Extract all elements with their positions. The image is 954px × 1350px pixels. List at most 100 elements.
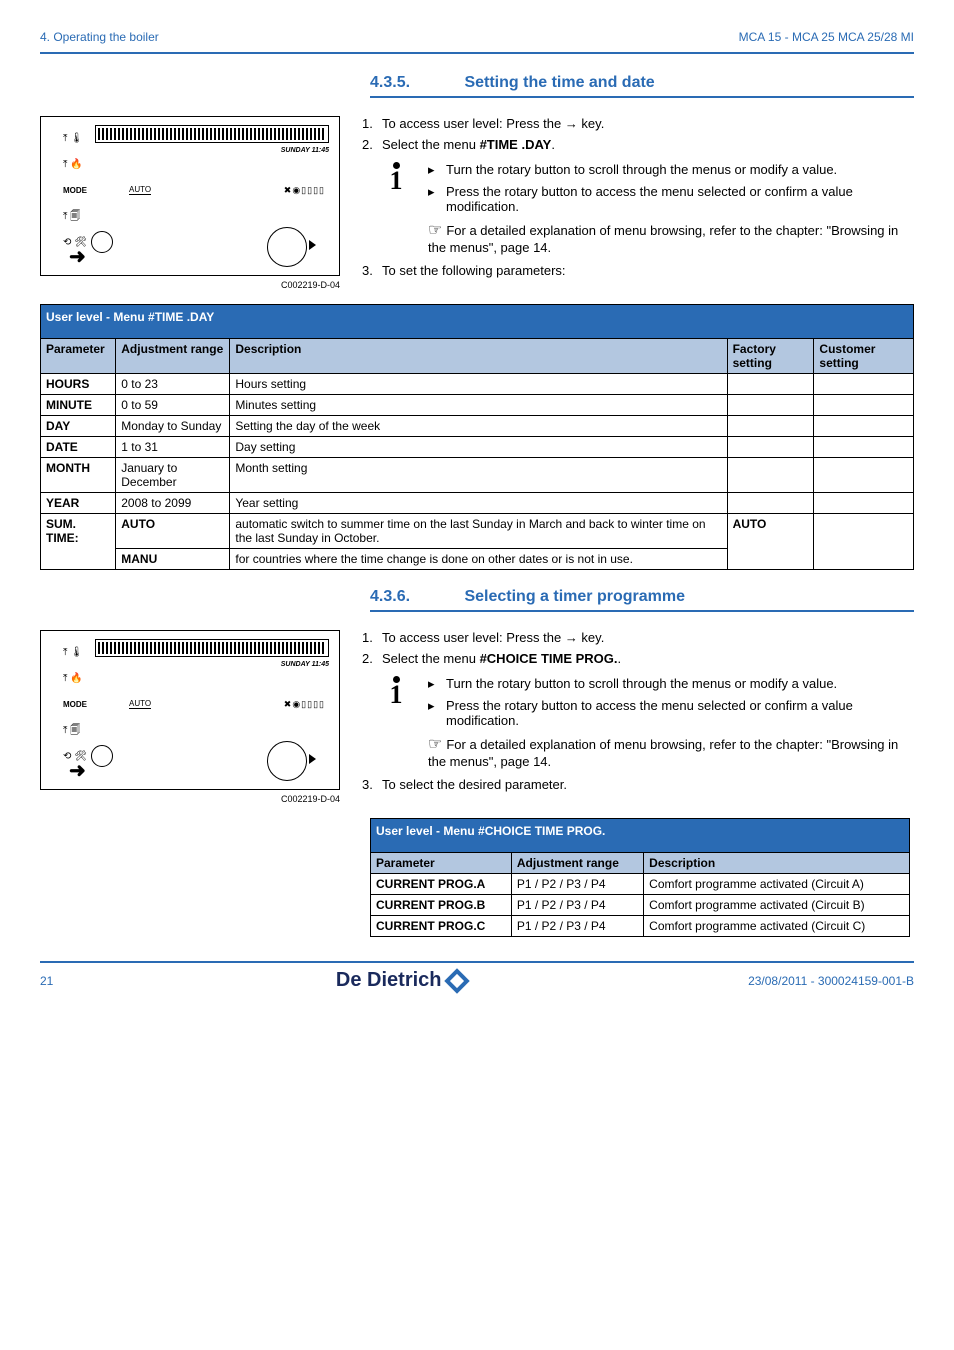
sum-auto-desc: automatic switch to summer time on the l… [230,514,727,549]
info-bullet-1-text: Turn the rotary button to scroll through… [446,162,837,178]
sum-time-label: SUM. TIME: [46,517,79,545]
cell-param: MINUTE [41,395,116,416]
info-bullet-1: ▸ Turn the rotary button to scroll throu… [428,162,914,178]
info-icon: 1 [382,162,410,192]
lcd-icons: ✖◉▯▯▯▯ [284,699,325,710]
cell-desc: Setting the day of the week [230,416,727,437]
page-footer: 21 De Dietrich 23/08/2011 - 300024159-00… [40,961,914,992]
cell-range: 1 to 31 [116,437,230,458]
step2-suffix: . [551,137,555,152]
figure-caption-1: C002219-D-04 [40,280,340,290]
cell-customer [814,416,914,437]
cell-range: P1 / P2 / P3 / P4 [511,895,643,916]
section-number: 4.3.5. [370,74,460,92]
info-ref-text: For a detailed explanation of menu brows… [428,737,898,769]
th-range: Adjustment range [511,853,643,874]
hand-pointer-icon: ☞ [428,734,442,754]
cell-param: YEAR [41,493,116,514]
flame-icon: ⤒ 🔥 [63,669,87,689]
table-time-day: User level - Menu #TIME .DAY Parameter A… [40,304,914,570]
triangle-bullet-icon: ▸ [428,676,446,692]
header-left: 4. Operating the boiler [40,30,159,44]
temp-icon: ⤒ 🌡 [63,643,87,663]
list-number: 1. [362,630,382,645]
table-row: CURRENT PROG.BP1 / P2 / P3 / P4Comfort p… [371,895,910,916]
panel-illustration: ⤒ 🌡 ⤒ 🔥 MODE ⤒ 🗐 ⟲ 🛠 SUNDAY 11:45 AUTO ✖… [40,630,340,790]
table-row: CURRENT PROG.AP1 / P2 / P3 / P4Comfort p… [371,874,910,895]
section-heading-435: 4.3.5. Setting the time and date [370,74,914,92]
table-row: DAYMonday to SundaySetting the day of th… [41,416,914,437]
triangle-bullet-icon: ▸ [428,698,446,728]
cell-range: P1 / P2 / P3 / P4 [511,916,643,937]
right-arrow-icon: → [565,630,578,645]
section-underline [370,610,914,612]
hand-pointer-icon: ☞ [428,220,442,240]
th-customer: Customer setting [814,339,914,374]
info-bullet-2-text: Press the rotary button to access the me… [446,184,914,214]
lcd-daytime: SUNDAY 11:45 [281,661,329,668]
cell-param: CURRENT PROG.A [371,874,512,895]
cell-range: P1 / P2 / P3 / P4 [511,874,643,895]
cell-desc: Comfort programme activated (Circuit B) [644,895,910,916]
step3-text: To set the following parameters: [382,263,566,278]
info-bullet-1-text: Turn the rotary button to scroll through… [446,676,837,692]
info-bullet-2: ▸ Press the rotary button to access the … [428,698,914,728]
small-dial [91,745,113,767]
info-bullet-2-text: Press the rotary button to access the me… [446,698,914,728]
cell-customer [814,374,914,395]
lcd-auto: AUTO [129,699,151,709]
side-icons: ⤒ 🌡 ⤒ 🔥 MODE ⤒ 🗐 ⟲ 🛠 [63,643,87,773]
step1-suffix: key. [578,116,605,131]
cell-desc: Comfort programme activated (Circuit C) [644,916,910,937]
step3-text: To select the desired parameter. [382,777,567,792]
lcd-auto: AUTO [129,185,151,195]
sum-auto-range: AUTO [121,517,155,531]
section-number: 4.3.6. [370,588,460,606]
table-row: CURRENT PROG.CP1 / P2 / P3 / P4Comfort p… [371,916,910,937]
cell-factory [727,395,814,416]
lcd-icons: ✖◉▯▯▯▯ [284,185,325,196]
sum-customer [814,514,914,570]
step2-prefix: Select the menu [382,137,480,152]
control-panel-figure-1: ⤒ 🌡 ⤒ 🔥 MODE ⤒ 🗐 ⟲ 🛠 SUNDAY 11:45 AUTO ✖… [40,116,340,290]
step-2: 2. Select the menu #CHOICE TIME PROG.. [362,651,914,666]
mode-label: MODE [63,181,87,201]
list-number: 2. [362,137,382,152]
step2-menu: #TIME .DAY [480,137,552,152]
table-row: MONTHJanuary to DecemberMonth setting [41,458,914,493]
small-dial [91,231,113,253]
table-row: YEAR2008 to 2099Year setting [41,493,914,514]
step-1: 1. To access user level: Press the → key… [362,630,914,645]
table-choice-time-prog: User level - Menu #CHOICE TIME PROG. Par… [370,818,910,937]
sum-auto-factory: AUTO [733,517,767,531]
cell-range: 0 to 23 [116,374,230,395]
step2-prefix: Select the menu [382,651,480,666]
info-block-2: 1 ▸ Turn the rotary button to scroll thr… [382,676,914,769]
flame-icon: ⤒ 🔥 [63,155,87,175]
section-underline [370,96,914,98]
list-number: 2. [362,651,382,666]
cell-range: 2008 to 2099 [116,493,230,514]
info-block-1: 1 ▸ Turn the rotary button to scroll thr… [382,162,914,255]
th-parameter: Parameter [41,339,116,374]
info-bullet-2: ▸ Press the rotary button to access the … [428,184,914,214]
table2-title: User level - Menu #CHOICE TIME PROG. [371,819,910,853]
section-heading-436: 4.3.6. Selecting a timer programme [370,588,914,606]
rotary-dial [267,741,307,781]
cell-param: MONTH [41,458,116,493]
cell-factory [727,458,814,493]
cell-range: Monday to Sunday [116,416,230,437]
th-description: Description [644,853,910,874]
section-title: Selecting a timer programme [464,588,685,605]
step-2: 2. Select the menu #TIME .DAY. [362,137,914,152]
triangle-bullet-icon: ▸ [428,162,446,178]
lcd-bar [95,125,329,143]
figure-caption-2: C002219-D-04 [40,794,340,804]
lcd-daytime: SUNDAY 11:45 [281,147,329,154]
cell-range: January to December [116,458,230,493]
th-range: Adjustment range [116,339,230,374]
section-436-body: ⤒ 🌡 ⤒ 🔥 MODE ⤒ 🗐 ⟲ 🛠 SUNDAY 11:45 AUTO ✖… [40,630,914,804]
cell-factory [727,493,814,514]
cell-factory [727,437,814,458]
side-icons: ⤒ 🌡 ⤒ 🔥 MODE ⤒ 🗐 ⟲ 🛠 [63,129,87,259]
